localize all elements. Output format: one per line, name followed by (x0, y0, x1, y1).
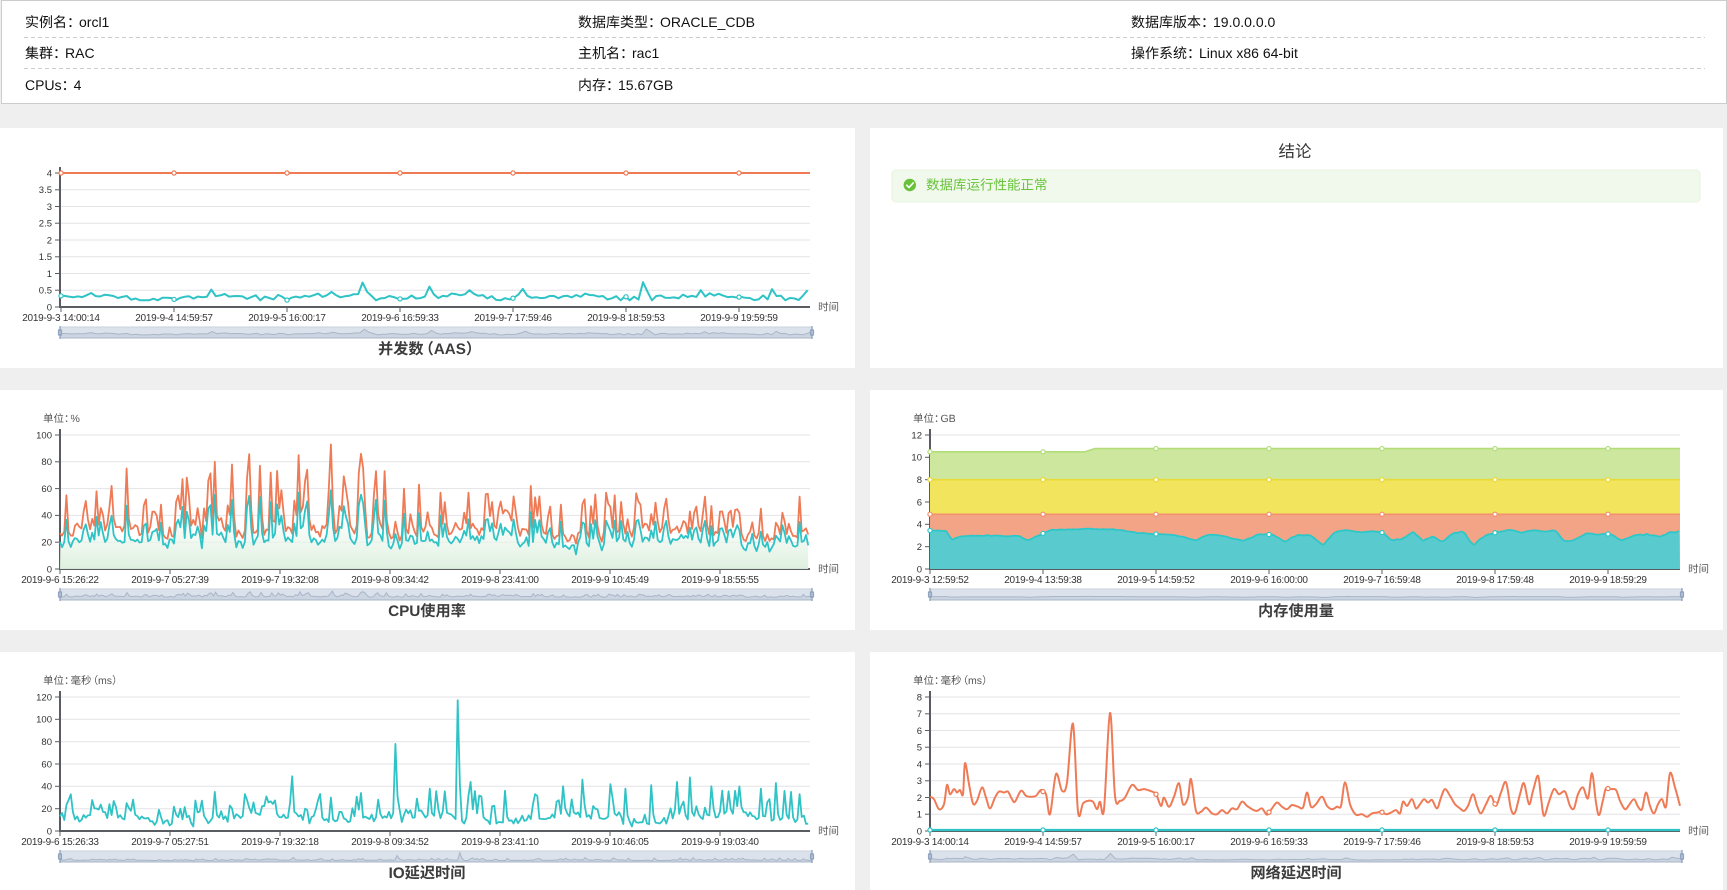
svg-text:3: 3 (47, 202, 52, 213)
svg-text:20: 20 (41, 538, 52, 549)
svg-text:10: 10 (911, 453, 922, 464)
svg-text:1.5: 1.5 (39, 252, 52, 263)
svg-text:2: 2 (47, 235, 52, 246)
svg-text:12: 12 (911, 430, 922, 441)
svg-text:20: 20 (41, 804, 52, 815)
svg-text:2: 2 (917, 542, 922, 553)
svg-text:40: 40 (41, 511, 52, 522)
svg-text:2.5: 2.5 (39, 219, 52, 230)
svg-text:2019-9-4 14:59:57: 2019-9-4 14:59:57 (135, 313, 213, 324)
svg-text:2019-9-9 19:59:59: 2019-9-9 19:59:59 (1569, 837, 1647, 848)
svg-text:2019-9-6 15:26:33: 2019-9-6 15:26:33 (21, 837, 99, 848)
svg-text:2019-9-9 19:59:59: 2019-9-9 19:59:59 (700, 313, 778, 324)
svg-text:0.5: 0.5 (39, 286, 52, 297)
svg-text:2019-9-8 23:41:00: 2019-9-8 23:41:00 (461, 575, 539, 586)
svg-text:2019-9-3 12:59:52: 2019-9-3 12:59:52 (891, 575, 969, 586)
svg-text:2019-9-6 15:26:22: 2019-9-6 15:26:22 (21, 575, 99, 586)
svg-text:2019-9-7 05:27:51: 2019-9-7 05:27:51 (131, 837, 209, 848)
svg-text:4: 4 (74, 77, 82, 93)
svg-text:100: 100 (36, 715, 52, 726)
svg-text:2019-9-5 16:00:17: 2019-9-5 16:00:17 (1117, 837, 1195, 848)
svg-text:2019-9-3 14:00:14: 2019-9-3 14:00:14 (891, 837, 969, 848)
svg-text:100: 100 (36, 430, 52, 441)
svg-text:2019-9-6 16:00:00: 2019-9-6 16:00:00 (1230, 575, 1308, 586)
svg-text:2019-9-7 19:32:18: 2019-9-7 19:32:18 (241, 837, 319, 848)
svg-text:0: 0 (47, 564, 52, 575)
svg-text:2019-9-8 09:34:42: 2019-9-8 09:34:42 (351, 575, 429, 586)
svg-text:1: 1 (917, 810, 922, 821)
svg-text:5: 5 (917, 743, 922, 754)
svg-text:120: 120 (36, 692, 52, 703)
svg-text:Linux x86 64-bit: Linux x86 64-bit (1199, 45, 1298, 61)
svg-text:2019-9-7 17:59:46: 2019-9-7 17:59:46 (1343, 837, 1421, 848)
svg-text:2019-9-6 16:59:33: 2019-9-6 16:59:33 (1230, 837, 1308, 848)
svg-text:2019-9-6 16:59:33: 2019-9-6 16:59:33 (361, 313, 439, 324)
svg-text:8: 8 (917, 692, 922, 703)
svg-text:2019-9-9 18:55:55: 2019-9-9 18:55:55 (681, 575, 759, 586)
svg-text:2019-9-7 17:59:46: 2019-9-7 17:59:46 (474, 313, 552, 324)
svg-text:2019-9-9 18:59:29: 2019-9-9 18:59:29 (1569, 575, 1647, 586)
svg-text:2019-9-5 14:59:52: 2019-9-5 14:59:52 (1117, 575, 1195, 586)
svg-text:40: 40 (41, 782, 52, 793)
svg-text:rac1: rac1 (632, 45, 659, 61)
svg-text:4: 4 (917, 759, 922, 770)
svg-text:ORACLE_CDB: ORACLE_CDB (660, 14, 755, 30)
svg-text:2019-9-5 16:00:17: 2019-9-5 16:00:17 (248, 313, 326, 324)
svg-text:2019-9-9 10:46:05: 2019-9-9 10:46:05 (571, 837, 649, 848)
svg-text:4: 4 (47, 168, 52, 179)
svg-text:0: 0 (917, 826, 922, 837)
svg-text:2019-9-8 17:59:48: 2019-9-8 17:59:48 (1456, 575, 1534, 586)
svg-text:RAC: RAC (65, 45, 95, 61)
svg-text:0: 0 (917, 564, 922, 575)
svg-text:2019-9-4 13:59:38: 2019-9-4 13:59:38 (1004, 575, 1082, 586)
svg-text:8: 8 (917, 475, 922, 486)
svg-text:2019-9-3 14:00:14: 2019-9-3 14:00:14 (22, 313, 100, 324)
svg-text:60: 60 (41, 759, 52, 770)
svg-text:0: 0 (47, 302, 52, 313)
svg-text:80: 80 (41, 457, 52, 468)
svg-text:2019-9-8 18:59:53: 2019-9-8 18:59:53 (587, 313, 665, 324)
svg-text:2: 2 (917, 793, 922, 804)
svg-text:2019-9-7 16:59:48: 2019-9-7 16:59:48 (1343, 575, 1421, 586)
svg-text:2019-9-8 09:34:52: 2019-9-8 09:34:52 (351, 837, 429, 848)
svg-text:2019-9-7 19:32:08: 2019-9-7 19:32:08 (241, 575, 319, 586)
svg-text:3: 3 (917, 776, 922, 787)
svg-text:6: 6 (917, 497, 922, 508)
svg-text:15.67GB: 15.67GB (618, 77, 673, 93)
svg-text:80: 80 (41, 737, 52, 748)
svg-text:2019-9-8 23:41:10: 2019-9-8 23:41:10 (461, 837, 539, 848)
svg-text:6: 6 (917, 726, 922, 737)
svg-text:2019-9-9 10:45:49: 2019-9-9 10:45:49 (571, 575, 649, 586)
svg-text:19.0.0.0.0: 19.0.0.0.0 (1213, 14, 1275, 30)
svg-text:0: 0 (47, 826, 52, 837)
svg-text:4: 4 (917, 520, 922, 531)
svg-text:2019-9-8 18:59:53: 2019-9-8 18:59:53 (1456, 837, 1534, 848)
svg-text:60: 60 (41, 484, 52, 495)
svg-text:2019-9-4 14:59:57: 2019-9-4 14:59:57 (1004, 837, 1082, 848)
svg-text:7: 7 (917, 709, 922, 720)
svg-text:3.5: 3.5 (39, 185, 52, 196)
svg-text:2019-9-7 05:27:39: 2019-9-7 05:27:39 (131, 575, 209, 586)
svg-text:orcl1: orcl1 (79, 14, 110, 30)
svg-text:2019-9-9 19:03:40: 2019-9-9 19:03:40 (681, 837, 759, 848)
svg-text:1: 1 (47, 269, 52, 280)
